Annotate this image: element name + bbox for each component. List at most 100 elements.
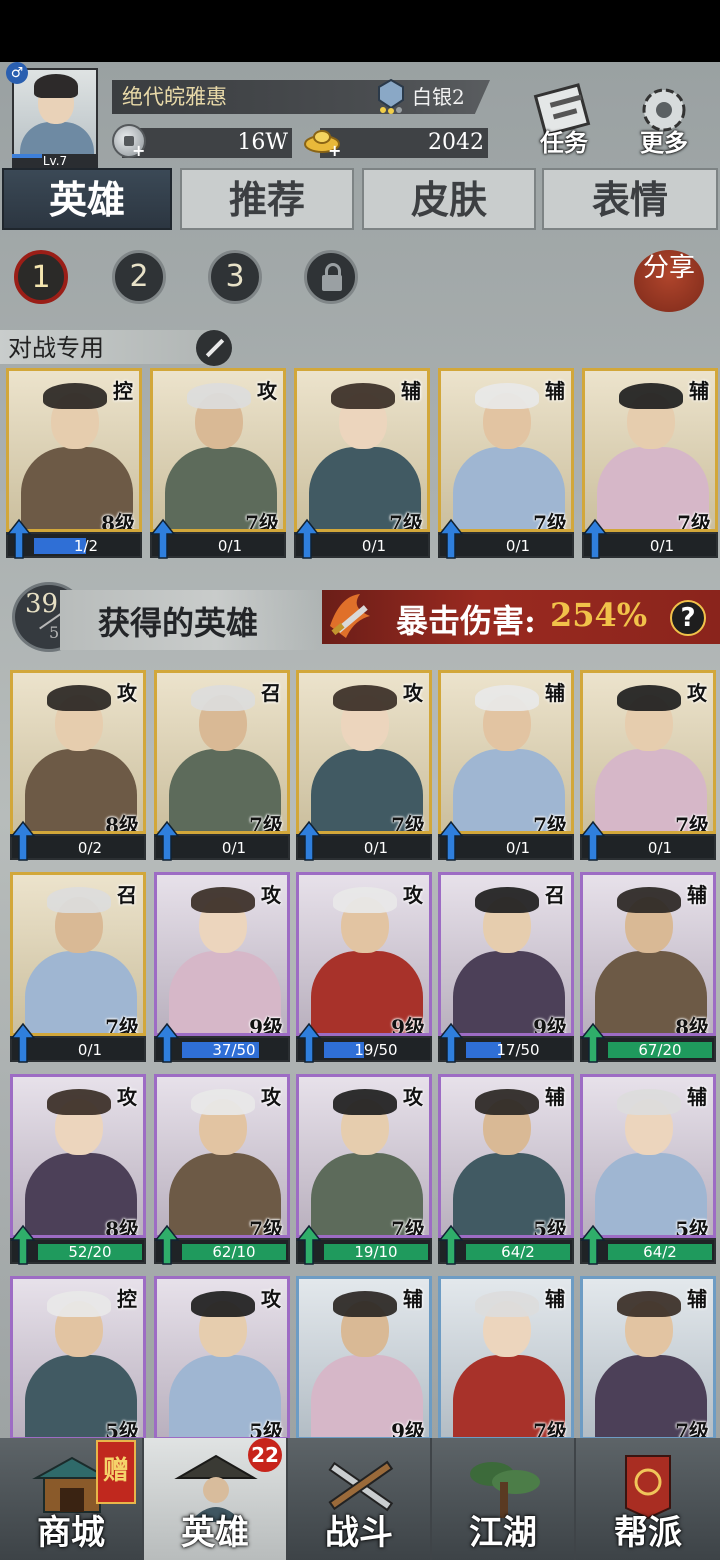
hero-hair <box>617 1291 681 1317</box>
rank-label: 白银2 <box>412 85 465 109</box>
hero-shard-progress: 17/50 <box>496 1041 540 1059</box>
hero-card[interactable]: 攻 8级 52/20 <box>10 1074 146 1266</box>
tab-heroes[interactable]: 英雄 <box>2 168 172 230</box>
hero-level: 9级 <box>391 1419 425 1440</box>
add-ingots-icon[interactable]: + <box>328 143 342 159</box>
hero-shard-progress: 64/2 <box>643 1243 677 1261</box>
hero-card[interactable]: 召 7级 0/1 <box>10 872 146 1064</box>
hero-card[interactable]: 攻 9级 37/50 <box>154 872 290 1064</box>
upgrade-arrow-icon <box>154 1224 180 1265</box>
add-coins-icon[interactable]: + <box>132 143 146 159</box>
ingot-amount: 2042 <box>428 130 484 155</box>
upgrade-arrow-icon <box>438 518 464 559</box>
player-name: 绝代皖雅惠 <box>122 85 227 109</box>
hero-card[interactable]: 攻 7级 0/1 <box>580 670 716 862</box>
hero-card[interactable]: 辅 5级 64/2 <box>438 1074 574 1266</box>
nav-battle-label: 战斗 <box>325 1513 393 1553</box>
hero-shard-progress: 0/1 <box>77 1041 103 1059</box>
hero-hair <box>619 383 683 409</box>
hero-card[interactable]: 攻 8级 0/2 <box>10 670 146 862</box>
hero-card[interactable]: 攻 7级 62/10 <box>154 1074 290 1266</box>
hero-role: 辅 <box>403 1287 423 1311</box>
upgrade-arrow-icon <box>438 1022 464 1063</box>
hero-shard-progress: 0/1 <box>505 537 531 555</box>
hero-shard-progress: 0/1 <box>647 839 673 857</box>
nav-jianghu[interactable]: 江湖 <box>432 1438 576 1560</box>
hero-hair <box>475 1291 539 1317</box>
hero-hair <box>617 887 681 913</box>
obtained-heroes-header: 获得的英雄 <box>60 590 320 650</box>
share-button[interactable]: 分享 <box>634 250 704 312</box>
tab-skins[interactable]: 皮肤 <box>362 168 536 230</box>
hero-hair <box>191 887 255 913</box>
upgrade-arrow-icon <box>294 518 320 559</box>
hero-role: 辅 <box>545 379 565 403</box>
hero-role: 攻 <box>687 681 707 705</box>
hero-card[interactable]: 召 9级 17/50 <box>438 872 574 1064</box>
hero-portrait: 攻 7级 <box>296 1074 432 1238</box>
hero-level: 8级 <box>105 813 139 834</box>
hero-card[interactable]: 召 7级 0/1 <box>154 670 290 862</box>
hero-card[interactable]: 攻 9级 19/50 <box>296 872 432 1064</box>
exp-bar <box>12 154 42 158</box>
hero-portrait: 召 7级 <box>10 872 146 1036</box>
edit-brush-icon[interactable] <box>196 330 232 366</box>
hero-role: 攻 <box>261 1287 281 1311</box>
more-button[interactable]: 更多 <box>624 82 704 162</box>
nav-guild[interactable]: 帮派 <box>576 1438 720 1560</box>
upgrade-arrow-icon <box>438 1224 464 1265</box>
battle-section-title: 对战专用 <box>8 334 104 362</box>
hero-card[interactable]: 攻 7级 19/10 <box>296 1074 432 1266</box>
hero-portrait: 辅 7级 <box>438 670 574 834</box>
hero-hair <box>475 887 539 913</box>
hero-role: 攻 <box>257 379 277 403</box>
help-icon[interactable]: ? <box>670 600 706 636</box>
hero-shard-progress: 0/1 <box>649 537 675 555</box>
hero-shard-progress: 62/10 <box>212 1243 256 1261</box>
player-avatar[interactable] <box>12 68 98 158</box>
hero-shard-progress: 52/20 <box>68 1243 112 1261</box>
hero-level: 9级 <box>533 1015 567 1036</box>
upgrade-arrow-icon <box>582 518 608 559</box>
locked-preset-lock-icon[interactable] <box>304 250 358 304</box>
tab-emotes[interactable]: 表情 <box>542 168 718 230</box>
hero-card[interactable]: 辅 7级 0/1 <box>438 670 574 862</box>
upgrade-arrow-icon <box>296 1224 322 1265</box>
hero-role: 控 <box>117 1287 137 1311</box>
hero-role: 召 <box>117 883 137 907</box>
hero-card[interactable]: 攻 7级 0/1 <box>150 368 286 560</box>
hero-card[interactable]: 辅 8级 67/20 <box>580 872 716 1064</box>
hero-role: 辅 <box>545 681 565 705</box>
hero-card[interactable]: 辅 7级 0/1 <box>438 368 574 560</box>
rank-icon <box>378 78 404 114</box>
tasks-button[interactable]: 任务 <box>524 82 604 162</box>
hero-hair <box>47 1089 111 1115</box>
nav-battle[interactable]: 战斗 <box>288 1438 432 1560</box>
hero-card[interactable]: 辅 7级 0/1 <box>582 368 718 560</box>
tab-recommended[interactable]: 推荐 <box>180 168 354 230</box>
hero-card[interactable]: 攻 7级 0/1 <box>296 670 432 862</box>
hero-portrait: 攻 7级 <box>150 368 286 532</box>
upgrade-arrow-icon <box>580 820 606 861</box>
hero-hair <box>187 383 251 409</box>
hero-level: 8级 <box>101 511 135 532</box>
upgrade-arrow-icon <box>580 1224 606 1265</box>
hero-level: 7级 <box>533 813 567 834</box>
hero-card[interactable]: 控 8级 1/2 <box>6 368 142 560</box>
hero-role: 攻 <box>403 883 423 907</box>
hero-card[interactable]: 辅 5级 64/2 <box>580 1074 716 1266</box>
hero-hair <box>617 685 681 711</box>
hero-hair <box>191 1291 255 1317</box>
hero-hair <box>333 887 397 913</box>
preset-3-button[interactable]: 3 <box>208 250 262 304</box>
hero-card[interactable]: 辅 7级 0/1 <box>294 368 430 560</box>
flaming-sword-icon <box>330 594 370 638</box>
hero-level: 5级 <box>675 1217 709 1238</box>
hero-level: 8级 <box>675 1015 709 1036</box>
hero-hair <box>333 685 397 711</box>
hero-portrait: 攻 7级 <box>154 1074 290 1238</box>
hero-level: 7级 <box>533 1419 567 1440</box>
preset-1-button[interactable]: 1 <box>14 250 68 304</box>
preset-2-button[interactable]: 2 <box>112 250 166 304</box>
hero-portrait: 辅 7级 <box>438 368 574 532</box>
